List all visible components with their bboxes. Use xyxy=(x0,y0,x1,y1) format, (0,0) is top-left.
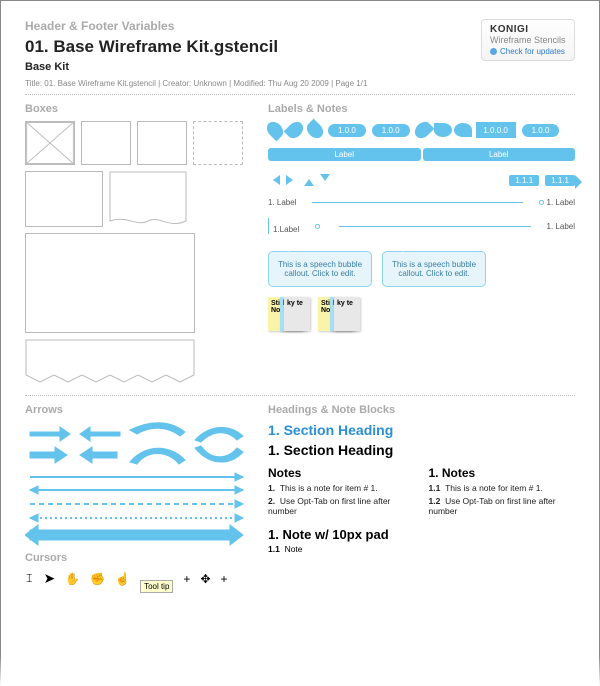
box-plain[interactable] xyxy=(81,121,131,165)
arrows-stencil[interactable] xyxy=(25,422,250,552)
badge-brand: KONIGI xyxy=(490,24,566,35)
cursors-row: 𝙸 ➤ ✋ ✊ ☝ Tool tip + ✥ + xyxy=(25,570,250,587)
divider xyxy=(25,395,575,396)
notes-list-b: 1.1 This is a note for item # 1. 1.2 Use… xyxy=(429,483,576,516)
labels-grid: 1.0.0 1.0.0 1.0.0.0 1.0.0 Label Label xyxy=(268,121,575,237)
version-pill[interactable]: 1.0.0 xyxy=(522,124,560,137)
pin-drop-icon[interactable] xyxy=(304,119,327,142)
section-cursors-heading: Cursors xyxy=(25,552,250,564)
version-pill[interactable]: 1.0.0 xyxy=(372,124,410,137)
speech-bubble[interactable]: This is a speech bubble callout. Click t… xyxy=(268,251,372,287)
triangle-left-icon[interactable] xyxy=(268,175,280,185)
cursor-plus-icon[interactable]: + xyxy=(221,572,228,586)
marker-tag-pointer[interactable]: 1.1.1 xyxy=(545,175,575,186)
cursor-ibeam-icon[interactable]: 𝙸 xyxy=(25,571,33,586)
konigi-badge[interactable]: KONIGI Wireframe Stencils Check for upda… xyxy=(481,19,575,61)
box-dashed[interactable] xyxy=(193,121,243,165)
notes-heading-b: 1. Notes xyxy=(429,466,576,480)
pin-drop-icon[interactable] xyxy=(411,119,434,142)
notes-list-a: 1. This is a note for item # 1. 2. Use O… xyxy=(268,483,415,516)
section-headings-heading: Headings & Note Blocks xyxy=(268,404,575,416)
page-subtitle: Base Kit xyxy=(25,61,278,73)
marker-tag[interactable]: 1.1.1 xyxy=(509,175,539,186)
header-footer-vars-label: Header & Footer Variables xyxy=(25,19,278,33)
cursor-openhand-icon[interactable]: ✋ xyxy=(65,572,80,586)
sticky-note-group[interactable]: Sticky Notes ky te ky te xyxy=(318,297,360,331)
tooltip-sample: Tool tip xyxy=(140,580,173,593)
sticky-grey[interactable]: ky te xyxy=(284,297,310,331)
note-padded-heading[interactable]: 1. Note w/ 10px pad xyxy=(268,527,575,542)
triangle-down-icon[interactable] xyxy=(320,174,330,186)
note-padded-body: 1.1 Note xyxy=(268,544,575,554)
sticky-grey[interactable]: ky te xyxy=(334,297,360,331)
page-meta: Title: 01. Base Wireframe Kit.gstencil |… xyxy=(25,79,575,88)
box-wavy[interactable] xyxy=(109,171,187,227)
section-labels-heading: Labels & Notes xyxy=(268,103,575,115)
info-icon xyxy=(490,48,497,55)
triangle-right-icon[interactable] xyxy=(286,175,298,185)
speech-bubble[interactable]: This is a speech bubble callout. Click t… xyxy=(382,251,486,287)
box-plain-2[interactable] xyxy=(137,121,187,165)
pin-drop-icon[interactable] xyxy=(434,123,452,137)
badge-line: Wireframe Stencils xyxy=(490,35,566,45)
cursor-grab-icon[interactable]: ✊ xyxy=(90,572,105,586)
check-updates-link[interactable]: Check for updates xyxy=(490,47,566,56)
bottom-fade xyxy=(0,656,600,686)
divider xyxy=(25,94,575,95)
section-heading-black[interactable]: 1. Section Heading xyxy=(268,442,575,458)
pin-drop-icon[interactable] xyxy=(264,119,287,142)
version-hex[interactable]: 1.0.0.0 xyxy=(476,122,516,138)
version-pill[interactable]: 1.0.0 xyxy=(328,124,366,137)
label-bar-right[interactable]: Label xyxy=(423,148,576,161)
box-large[interactable] xyxy=(25,233,195,333)
box-page-tear[interactable] xyxy=(25,339,195,383)
box-medium[interactable] xyxy=(25,171,103,227)
box-with-x[interactable] xyxy=(25,121,75,165)
cursor-arrow-icon[interactable]: ➤ xyxy=(43,570,55,587)
cursor-crosshair-icon[interactable]: + xyxy=(183,572,190,586)
section-boxes-heading: Boxes xyxy=(25,103,250,115)
label-bar-left[interactable]: Label xyxy=(268,148,421,161)
pin-drop-icon[interactable] xyxy=(284,119,307,142)
sticky-note-group[interactable]: Sticky Notes ky te ky te xyxy=(268,297,310,331)
triangle-up-icon[interactable] xyxy=(304,174,314,186)
section-arrows-heading: Arrows xyxy=(25,404,250,416)
section-heading-blue[interactable]: 1. Section Heading xyxy=(268,422,575,438)
cursor-move-icon[interactable]: ✥ xyxy=(200,572,210,586)
page-title: 01. Base Wireframe Kit.gstencil xyxy=(25,37,278,57)
cursor-pointer-icon[interactable]: ☝ xyxy=(115,572,130,586)
notes-heading-a: Notes xyxy=(268,466,415,480)
